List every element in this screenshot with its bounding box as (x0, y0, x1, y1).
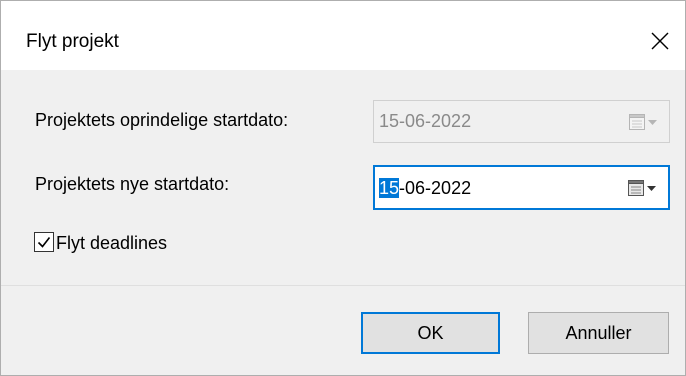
new-start-date-label: Projektets nye startdato: (35, 174, 230, 194)
ok-button[interactable]: OK (361, 312, 500, 354)
date-rest-segment[interactable]: -06-2022 (399, 178, 471, 198)
footer-separator (1, 285, 685, 286)
calendar-dropdown-icon (629, 114, 657, 130)
new-calendar-button[interactable] (626, 177, 662, 199)
checkmark-icon (37, 237, 51, 248)
close-button[interactable] (635, 17, 685, 65)
original-start-date-label: Projektets oprindelige startdato: (35, 110, 289, 130)
dialog-title: Flyt projekt (26, 31, 119, 52)
original-calendar-button (627, 111, 663, 133)
move-project-dialog: Flyt projekt Projektets oprindelige star… (0, 0, 686, 376)
move-deadlines-label[interactable]: Flyt deadlines (56, 232, 167, 254)
title-bar: Flyt projekt (1, 1, 685, 70)
new-start-date-value[interactable]: 15-06-2022 (379, 177, 471, 199)
cancel-button[interactable]: Annuller (528, 312, 669, 354)
original-start-date-field: 15-06-2022 (373, 100, 670, 143)
original-start-date-value: 15-06-2022 (379, 111, 472, 131)
close-icon (651, 32, 669, 50)
move-deadlines-checkbox[interactable] (34, 232, 54, 252)
calendar-dropdown-icon (628, 180, 656, 196)
selected-day-segment[interactable]: 15 (379, 178, 400, 198)
new-start-date-field[interactable]: 15-06-2022 (373, 165, 670, 210)
